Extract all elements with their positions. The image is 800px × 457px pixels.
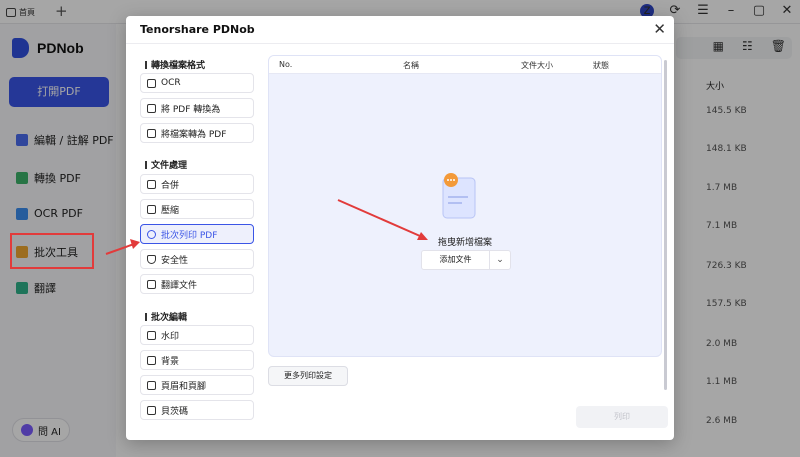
bates-icon — [147, 405, 156, 415]
section-marker — [145, 312, 147, 321]
more-print-settings-button[interactable]: 更多列印設定 — [268, 366, 348, 386]
tool-compress[interactable]: 壓縮 — [140, 199, 254, 219]
batch-dialog: Tenorshare PDNob ✕ 轉換檔案格式 OCR 將 PDF 轉換為 … — [126, 16, 674, 440]
file-to-pdf-icon — [147, 128, 156, 138]
tool-label: 安全性 — [161, 255, 189, 266]
tool-bates[interactable]: 貝茨碼 — [140, 400, 254, 420]
tool-translate-doc[interactable]: 翻譯文件 — [140, 274, 254, 294]
ocr-icon — [147, 78, 156, 88]
tool-label: 合併 — [161, 180, 180, 191]
dialog-divider — [126, 43, 674, 44]
add-file-label[interactable]: 添加文件 — [422, 251, 490, 269]
tool-label: 批次列印 PDF — [161, 230, 218, 241]
merge-icon — [147, 179, 156, 189]
file-drop-zone[interactable]: No. 名稱 文件大小 狀態 拖曳新增檔案 添加文件 ⌄ — [268, 55, 662, 357]
section-marker — [145, 160, 147, 169]
tool-pdf-to[interactable]: 將 PDF 轉換為 — [140, 98, 254, 118]
dialog-title: Tenorshare PDNob — [140, 23, 255, 36]
column-header-size: 文件大小 — [521, 61, 553, 70]
header-footer-icon — [147, 380, 156, 390]
tool-label: 貝茨碼 — [161, 406, 189, 417]
highlight-box — [10, 233, 94, 269]
tool-security[interactable]: 安全性 — [140, 249, 254, 269]
column-header-name: 名稱 — [403, 61, 419, 70]
section-title-document: 文件處理 — [145, 158, 187, 171]
column-header-no: No. — [279, 60, 293, 69]
translate-icon — [147, 279, 156, 289]
print-icon — [147, 229, 156, 239]
scrollbar[interactable] — [664, 60, 667, 390]
tool-watermark[interactable]: 水印 — [140, 325, 254, 345]
tool-header-footer[interactable]: 頁眉和頁腳 — [140, 375, 254, 395]
file-table-header: No. 名稱 文件大小 狀態 — [269, 56, 661, 74]
tool-background[interactable]: 背景 — [140, 350, 254, 370]
watermark-icon — [147, 330, 156, 340]
tool-merge[interactable]: 合併 — [140, 174, 254, 194]
tool-label: OCR — [161, 78, 181, 88]
document-upload-icon — [442, 173, 476, 219]
close-icon[interactable]: ✕ — [653, 20, 666, 38]
tool-label: 壓縮 — [161, 205, 180, 216]
tool-label: 背景 — [161, 356, 180, 367]
tool-label: 翻譯文件 — [161, 280, 198, 291]
column-header-status: 狀態 — [593, 61, 609, 70]
drop-hint: 拖曳新增檔案 — [437, 238, 492, 248]
chevron-down-icon[interactable]: ⌄ — [490, 251, 510, 269]
section-title-label: 轉換檔案格式 — [151, 61, 206, 71]
tool-batch-print[interactable]: 批次列印 PDF — [140, 224, 254, 244]
section-title-convert: 轉換檔案格式 — [145, 58, 205, 71]
tool-label: 頁眉和頁腳 — [161, 381, 207, 392]
tool-file-to-pdf[interactable]: 將檔案轉為 PDF — [140, 123, 254, 143]
tool-ocr[interactable]: OCR — [140, 73, 254, 93]
section-title-label: 批次編輯 — [151, 313, 188, 323]
tool-label: 將 PDF 轉換為 — [161, 104, 221, 115]
tool-label: 將檔案轉為 PDF — [161, 129, 227, 140]
shield-icon — [147, 254, 156, 264]
section-marker — [145, 60, 147, 69]
tool-label: 水印 — [161, 331, 180, 342]
section-title-label: 文件處理 — [151, 161, 188, 171]
convert-icon — [147, 103, 156, 113]
compress-icon — [147, 204, 156, 214]
section-title-batch-edit: 批次編輯 — [145, 310, 187, 323]
background-icon — [147, 355, 156, 365]
add-file-button[interactable]: 添加文件 ⌄ — [421, 250, 511, 270]
print-button[interactable]: 列印 — [576, 406, 668, 428]
